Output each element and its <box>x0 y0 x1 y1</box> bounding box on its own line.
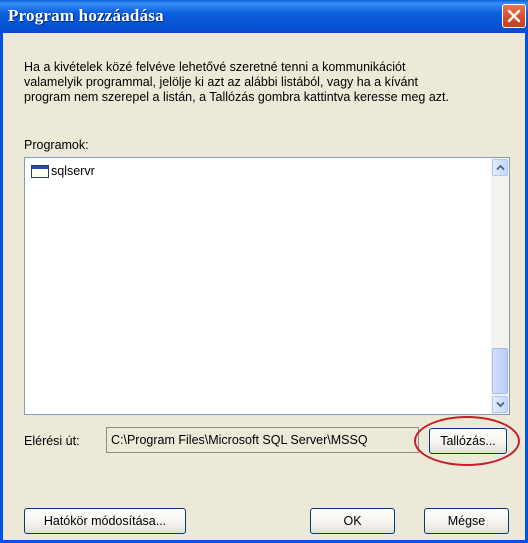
list-item-label: sqlservr <box>51 164 95 178</box>
change-scope-button[interactable]: Hatókör módosítása... <box>24 508 186 534</box>
programs-listbox[interactable]: sqlservr <box>24 157 510 415</box>
dialog-title: Program hozzáadása <box>8 6 164 25</box>
scroll-up-button[interactable] <box>492 159 508 176</box>
scroll-down-button[interactable] <box>492 396 508 413</box>
scrollbar-thumb[interactable] <box>492 348 508 394</box>
title-bar[interactable]: Program hozzáadása <box>0 0 528 33</box>
vertical-scrollbar[interactable] <box>491 158 509 414</box>
browse-button[interactable]: Tallózás... <box>429 428 507 454</box>
path-label: Elérési út: <box>24 434 80 448</box>
dialog-description: Ha a kivételek közé felvéve lehetővé sze… <box>24 60 449 104</box>
ok-button[interactable]: OK <box>310 508 395 534</box>
path-field[interactable] <box>106 427 419 453</box>
chevron-down-icon <box>496 401 505 408</box>
programs-label: Programok: <box>24 138 89 152</box>
add-program-dialog: Program hozzáadása Ha a kivételek közé f… <box>0 0 528 543</box>
application-window-icon <box>31 164 49 178</box>
close-button[interactable] <box>502 4 526 28</box>
chevron-up-icon <box>496 164 505 171</box>
close-icon <box>507 9 521 23</box>
cancel-button[interactable]: Mégse <box>424 508 509 534</box>
list-item[interactable]: sqlservr <box>31 162 95 180</box>
